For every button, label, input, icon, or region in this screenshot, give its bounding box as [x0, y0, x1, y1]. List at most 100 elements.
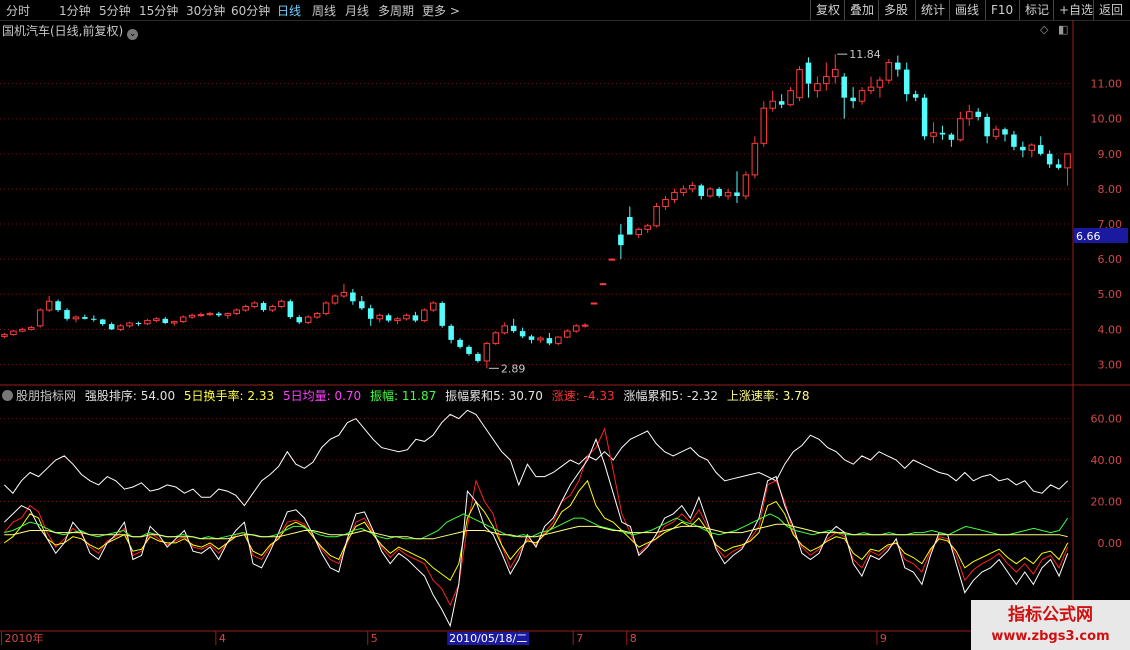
overlay-button[interactable]: 叠加	[844, 0, 879, 20]
candle-body	[64, 310, 70, 319]
candle-body	[117, 325, 124, 330]
candle-body	[188, 314, 196, 318]
param-avg-volume5: 5日均量: 0.70	[282, 389, 362, 403]
candle-body	[242, 306, 249, 311]
multi-stock-button[interactable]: 多股	[878, 0, 913, 20]
candle-body	[55, 301, 61, 311]
xaxis-label: 8	[630, 632, 637, 645]
param-rise-rate: 上涨速率: 3.78	[726, 389, 810, 403]
watermark-url: www.zbgs3.com	[991, 629, 1110, 644]
param-amplitude: 振幅: 11.87	[370, 389, 437, 403]
candle-body	[153, 318, 160, 322]
candle-body	[671, 191, 678, 200]
candle-body	[135, 323, 142, 325]
price-tick-label: 10.00	[1091, 113, 1123, 126]
candle-body	[385, 315, 392, 321]
candle-body	[1046, 153, 1053, 165]
dropdown-icon[interactable]: ⌄	[127, 29, 139, 40]
statistics-button[interactable]: 统计	[915, 0, 950, 20]
indicator-series-line	[4, 523, 1068, 540]
add-watchlist-button[interactable]: +自选	[1053, 0, 1098, 20]
candle-body	[278, 300, 285, 308]
candle-body	[394, 318, 401, 322]
candle-body	[206, 313, 214, 316]
indicator-tick-label: 20.00	[1091, 495, 1123, 508]
back-button[interactable]: 返回	[1093, 0, 1128, 20]
candle-body	[144, 320, 151, 325]
candle-body	[627, 217, 633, 235]
candle-body	[126, 322, 133, 327]
candle-body	[921, 97, 928, 137]
candle-body	[475, 353, 481, 361]
candle-body	[439, 303, 445, 326]
candle-body	[895, 62, 901, 70]
stock-title: 国机汽车(日线,前复权) ⌄	[2, 22, 139, 40]
tab-5min[interactable]: 5分钟	[99, 2, 131, 19]
candle-body	[1020, 146, 1026, 151]
candle-body	[814, 83, 821, 92]
candle-body	[876, 79, 884, 88]
candle-body	[716, 188, 722, 196]
restore-rights-button[interactable]: 复权	[810, 0, 845, 20]
f10-button[interactable]: F10	[985, 0, 1018, 20]
candle-body	[350, 292, 356, 302]
tab-30min[interactable]: 30分钟	[186, 2, 225, 19]
price-tick-label: 11.00	[1091, 78, 1123, 91]
candle-body	[724, 191, 732, 197]
candle-body	[689, 184, 696, 190]
candle-body	[734, 192, 740, 196]
indicator-dropdown-icon[interactable]	[2, 390, 13, 401]
candle-body	[510, 325, 517, 332]
candle-body	[429, 302, 437, 311]
candle-body	[251, 302, 258, 308]
candle-body	[796, 69, 803, 99]
mark-button[interactable]: 标记	[1019, 0, 1054, 20]
candle-body	[850, 97, 856, 102]
candle-body	[841, 76, 847, 98]
tab-weekly[interactable]: 周线	[312, 2, 336, 19]
param-amplitude-sum5: 振幅累和5: 30.70	[445, 389, 543, 403]
tab-15min[interactable]: 15分钟	[139, 2, 178, 19]
param-strong-rank: 强股排序: 54.00	[84, 389, 176, 403]
candle-body	[224, 313, 232, 316]
candle-body	[1028, 144, 1036, 151]
candle-body	[590, 302, 598, 305]
annotation-label: 11.84	[849, 48, 881, 61]
candle-body	[233, 309, 241, 315]
candle-body	[99, 319, 106, 325]
candle-body	[19, 328, 26, 332]
candle-body	[45, 300, 53, 311]
tab-1min[interactable]: 1分钟	[59, 2, 91, 19]
tab-60min[interactable]: 60分钟	[231, 2, 270, 19]
xaxis-label: 5	[371, 632, 378, 645]
tab-multi-period[interactable]: 多周期	[378, 2, 414, 19]
date-highlight-box	[447, 632, 530, 645]
kline-chart: 3.00 4.00 5.00 6.00 7.00 8.00 9.00 10.00 11.00 0.…	[0, 20, 1130, 650]
indicator-series-line	[3, 427, 1069, 607]
candle-body	[1055, 164, 1062, 168]
candle-body	[216, 313, 222, 316]
candle-body	[965, 111, 973, 120]
candle-body	[1064, 153, 1071, 169]
candle-body	[760, 107, 768, 144]
candle-body	[528, 336, 535, 340]
xaxis-label: 4	[219, 632, 226, 645]
candle-body	[36, 309, 44, 327]
tab-more[interactable]: 更多 >	[422, 2, 460, 19]
watermark-title: 指标公式网	[1008, 605, 1093, 625]
tab-daily[interactable]: 日线	[277, 2, 301, 19]
diamond-icon[interactable]: ◇	[1040, 23, 1048, 36]
candle-body	[287, 301, 294, 318]
candle-body	[698, 185, 705, 196]
panel-toggle-icon[interactable]: ◧	[1058, 23, 1068, 36]
indicator-series-line	[4, 479, 1069, 582]
watermark: 指标公式网 www.zbgs3.com	[971, 600, 1130, 650]
tab-fenshi[interactable]: 分时	[6, 2, 30, 19]
indicator-tick-label: 40.00	[1091, 454, 1123, 467]
xaxis-label: 2010年	[4, 631, 43, 645]
param-change-sum5: 涨幅累和5: -2.32	[623, 389, 719, 403]
tab-monthly[interactable]: 月线	[345, 2, 369, 19]
indicator-series-line	[3, 409, 1069, 507]
candle-body	[778, 101, 785, 105]
draw-line-button[interactable]: 画线	[949, 0, 984, 20]
